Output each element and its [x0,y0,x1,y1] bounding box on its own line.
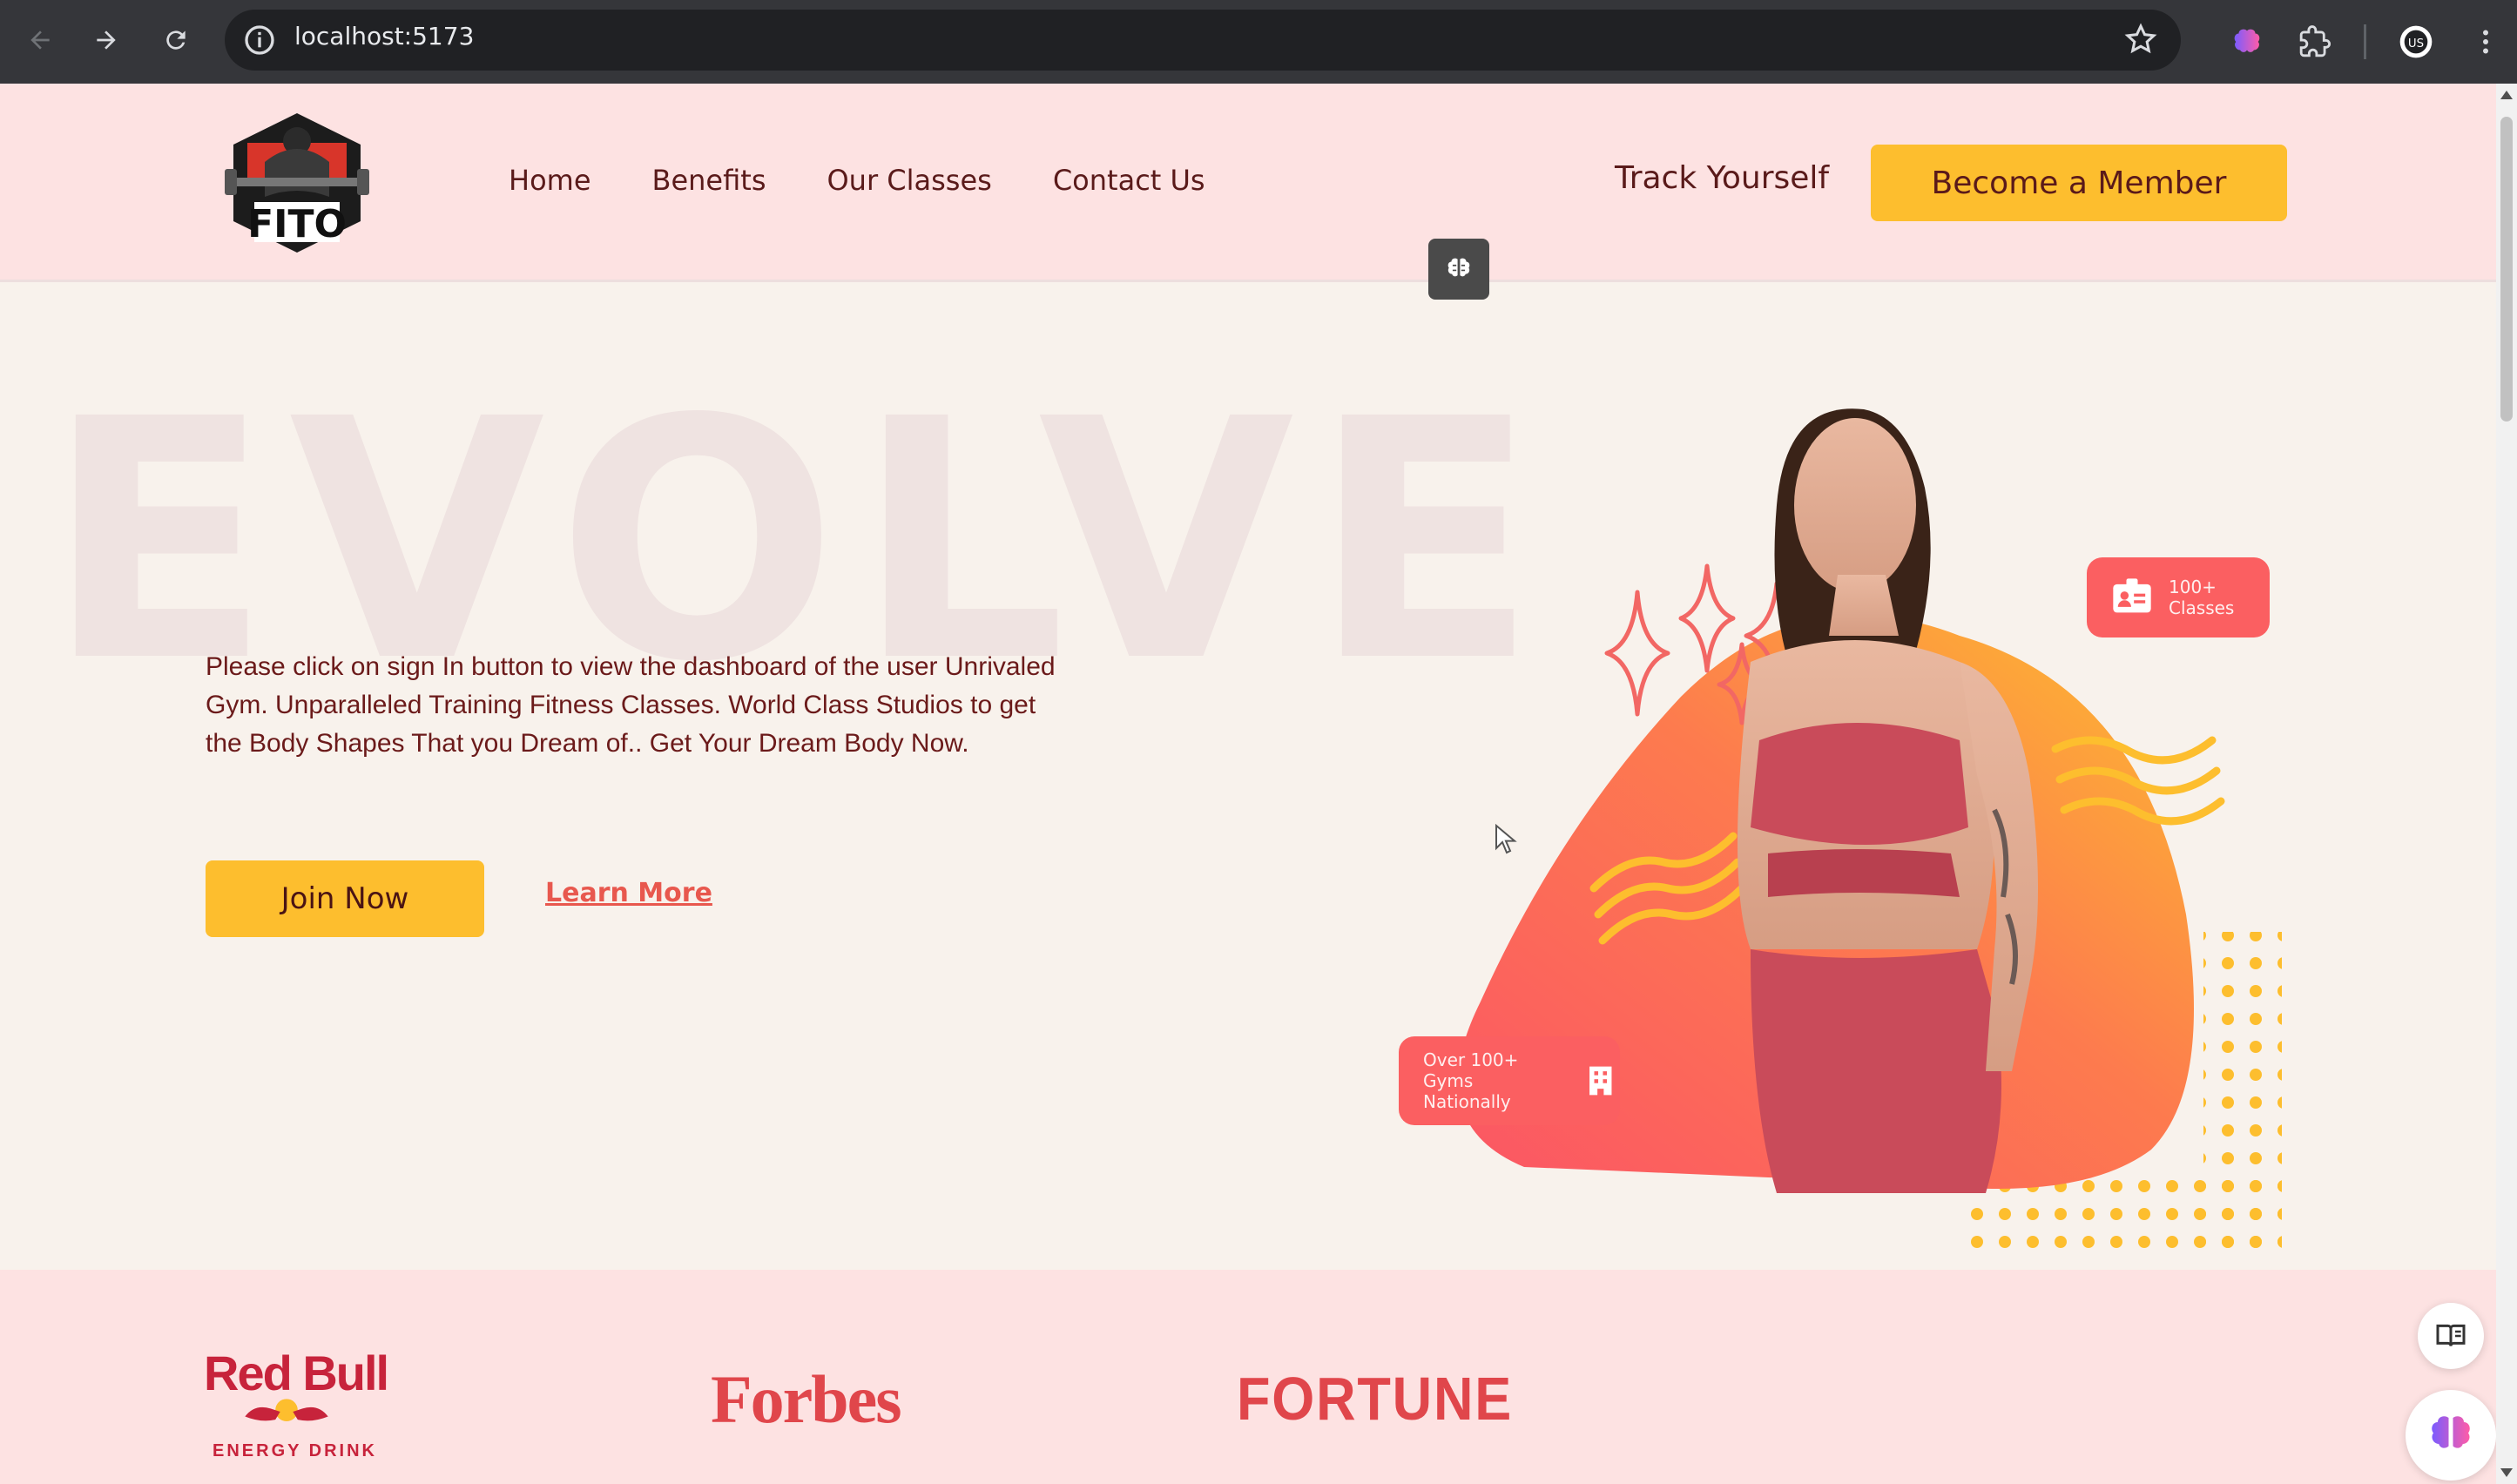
reload-icon[interactable] [155,19,197,61]
brain-extension-icon[interactable] [2228,23,2266,61]
join-now-button[interactable]: Join Now [206,860,484,937]
gyms-badge: Over 100+ Gyms Nationally [1399,1036,1620,1125]
fito-logo[interactable]: FITO [221,110,373,256]
redbull-logo-text: Red Bull [204,1346,389,1400]
main-nav: Home Benefits Our Classes Contact Us [509,164,1205,197]
page-scrollbar[interactable] [2496,84,2517,1484]
track-yourself-link[interactable]: Track Yourself [1615,160,1829,196]
nav-home[interactable]: Home [509,164,591,197]
site-info-icon[interactable] [242,23,277,57]
scroll-up-arrow-icon[interactable] [2500,91,2513,99]
logo-text: FITO [247,202,347,246]
reader-mode-button[interactable] [2418,1303,2484,1369]
ai-assistant-button[interactable] [2406,1390,2496,1481]
redbull-logo: Red Bull ENERGY DRINK [204,1345,389,1461]
forbes-logo: Forbes [711,1361,902,1437]
site-header: FITO Home Benefits Our Classes Contact U… [0,84,2496,282]
id-card-icon [2113,578,2151,613]
gyms-badge-line1: Over 100+ [1423,1049,1519,1070]
classes-badge-line1: 100+ [2169,577,2217,597]
nav-our-classes[interactable]: Our Classes [827,164,991,197]
redbull-bulls-icon [245,1399,328,1421]
url-text[interactable]: localhost:5173 [294,22,474,51]
extensions-puzzle-icon[interactable] [2296,23,2334,61]
profile-avatar-icon[interactable]: US [2397,23,2435,61]
mouse-cursor-icon [1495,824,1517,854]
nav-benefits[interactable]: Benefits [652,164,766,197]
learn-more-link[interactable]: Learn More [545,878,712,908]
scroll-down-arrow-icon[interactable] [2500,1468,2513,1477]
woman-figure [1738,408,2038,1193]
ai-brain-icon [2432,1416,2470,1448]
building-icon [1589,1066,1612,1096]
redbull-subtext: ENERGY DRINK [213,1441,377,1460]
scrollbar-thumb[interactable] [2500,117,2513,422]
dot-pattern-horizontal [1960,1176,2282,1263]
hero-description: Please click on sign In button to view t… [206,652,1056,758]
nav-contact-us[interactable]: Contact Us [1053,164,1205,197]
gyms-badge-line2: Gyms Nationally [1423,1070,1511,1112]
svg-text:US: US [2408,37,2424,51]
book-open-icon [2436,1324,2466,1346]
fortune-logo: FORTUNE [1237,1365,1514,1433]
forward-icon[interactable] [85,19,127,61]
toolbar-divider [2364,24,2366,59]
address-bar[interactable]: localhost:5173 [225,10,2181,71]
web-page: FITO Home Benefits Our Classes Contact U… [0,84,2496,1484]
bookmark-star-icon[interactable] [2123,22,2158,57]
browser-toolbar: localhost:5173 US [0,0,2517,84]
hero-illustration [1458,408,2282,1263]
classes-badge: 100+ Classes [2087,557,2270,637]
classes-badge-line2: Classes [2169,597,2235,618]
become-member-button[interactable]: Become a Member [1871,145,2287,221]
back-icon[interactable] [19,19,61,61]
menu-kebab-icon[interactable] [2466,23,2505,61]
